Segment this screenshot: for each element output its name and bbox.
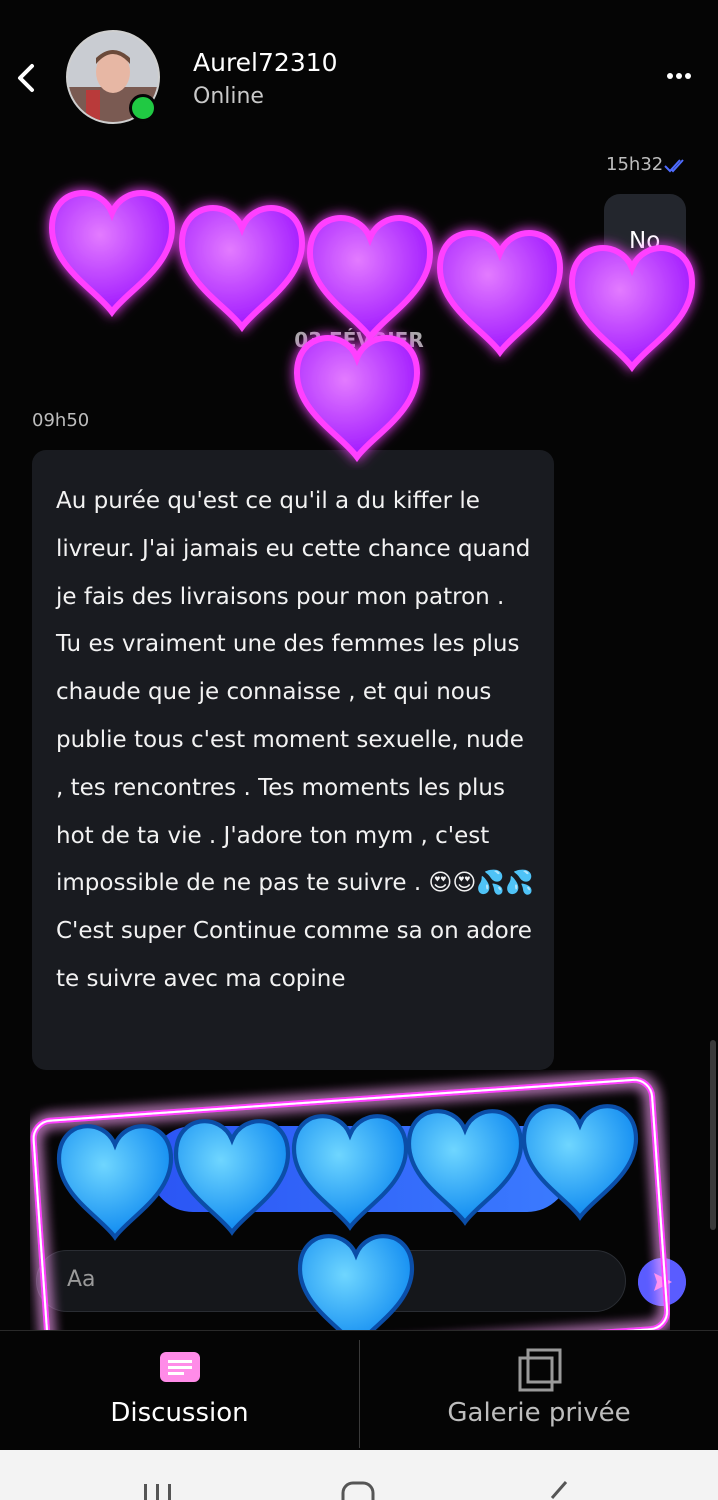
nav-divider (359, 1340, 360, 1448)
neon-frame-sticker (30, 1076, 670, 1370)
more-options-icon[interactable] (666, 70, 692, 82)
message-bubble-outgoing[interactable]: No (604, 194, 686, 294)
recent-apps-icon[interactable] (140, 1484, 176, 1500)
chat-icon[interactable] (158, 1350, 202, 1386)
date-separator: 03 FÉVRIER (294, 328, 424, 352)
scrollbar[interactable] (710, 1040, 716, 1230)
gallery-icon[interactable] (516, 1348, 564, 1392)
online-indicator (129, 94, 157, 122)
message-bubble-incoming[interactable]: Au purée qu'est ce qu'il a du kiffer le … (32, 450, 554, 1070)
message-text-outgoing: No (629, 228, 661, 254)
system-back-icon[interactable] (544, 1480, 574, 1500)
message-time-incoming: 09h50 (32, 410, 90, 431)
tab-private-gallery[interactable]: Galerie privée (360, 1398, 718, 1428)
home-icon[interactable] (340, 1480, 376, 1500)
message-time-outgoing: 15h32 (606, 154, 664, 175)
back-chevron-icon[interactable] (12, 58, 42, 98)
tab-discussion[interactable]: Discussion (0, 1398, 359, 1428)
double-check-icon (664, 159, 684, 173)
contact-status: Online (193, 84, 264, 109)
message-text-incoming: Au purée qu'est ce qu'il a du kiffer le … (56, 488, 534, 992)
contact-name[interactable]: Aurel72310 (193, 48, 338, 77)
